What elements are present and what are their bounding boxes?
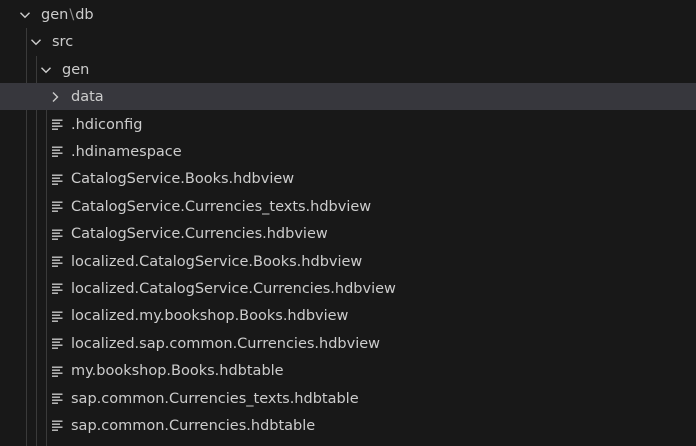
file-label: sap.common.Currencies.hdbtable <box>71 417 316 434</box>
folder-label: gen <box>62 61 90 78</box>
text-file-icon <box>51 392 64 405</box>
file-label: my.bookshop.Books.hdbtable <box>71 363 284 380</box>
folder-label: src <box>52 33 74 50</box>
tree-file-item[interactable]: localized.CatalogService.Books.hdbview <box>0 248 696 275</box>
folder-path-label: gen\db <box>41 7 94 23</box>
tree-file-item[interactable]: localized.sap.common.Currencies.hdbview <box>0 330 696 357</box>
chevron-down-icon <box>39 63 53 77</box>
text-file-icon <box>51 282 64 295</box>
text-file-icon <box>51 365 64 378</box>
path-segment-gen: gen <box>41 6 69 23</box>
file-label: localized.sap.common.Currencies.hdbview <box>71 335 381 352</box>
tree-file-item[interactable]: sap.common.Currencies.hdbtable <box>0 412 696 439</box>
file-label: localized.CatalogService.Books.hdbview <box>71 253 363 270</box>
tree-file-item[interactable]: sap.common.Currencies_texts.hdbtable <box>0 385 696 412</box>
file-label: CatalogService.Currencies_texts.hdbview <box>71 198 372 215</box>
file-label: localized.CatalogService.Currencies.hdbv… <box>71 280 396 297</box>
text-file-icon <box>51 145 64 158</box>
text-file-icon <box>51 310 64 323</box>
file-explorer-tree: gen\db src gen data .hdiconfig .hdinamesp… <box>0 0 696 446</box>
tree-folder-src[interactable]: src <box>0 28 696 55</box>
tree-folder-data[interactable]: data <box>0 83 696 110</box>
tree-file-item[interactable]: CatalogService.Books.hdbview <box>0 166 696 193</box>
text-file-icon <box>51 173 64 186</box>
text-file-icon <box>51 419 64 432</box>
tree-folder-gen-db[interactable]: gen\db <box>0 1 696 28</box>
chevron-down-icon <box>29 35 43 49</box>
tree-file-item[interactable]: CatalogService.Currencies.hdbview <box>0 221 696 248</box>
tree-file-item[interactable]: CatalogService.Currencies_texts.hdbview <box>0 193 696 220</box>
file-label: CatalogService.Currencies.hdbview <box>71 226 328 243</box>
file-label: localized.my.bookshop.Books.hdbview <box>71 308 349 325</box>
tree-file-item[interactable]: .hdiconfig <box>0 111 696 138</box>
file-label: .hdiconfig <box>71 116 143 133</box>
file-label: sap.common.Currencies_texts.hdbtable <box>71 390 359 407</box>
text-file-icon <box>51 228 64 241</box>
tree-file-item[interactable]: localized.CatalogService.Currencies.hdbv… <box>0 275 696 302</box>
tree-folder-gen[interactable]: gen <box>0 56 696 83</box>
text-file-icon <box>51 337 64 350</box>
file-label: .hdinamespace <box>71 143 182 160</box>
folder-label: data <box>71 88 104 105</box>
tree-file-item[interactable]: localized.my.bookshop.Books.hdbview <box>0 303 696 330</box>
text-file-icon <box>51 118 64 131</box>
chevron-down-icon <box>18 8 32 22</box>
tree-file-item[interactable]: my.bookshop.Books.hdbtable <box>0 358 696 385</box>
chevron-right-icon <box>48 90 62 104</box>
path-segment-db: db <box>75 6 94 23</box>
file-label: CatalogService.Books.hdbview <box>71 171 295 188</box>
text-file-icon <box>51 200 64 213</box>
tree-file-item[interactable]: .hdinamespace <box>0 138 696 165</box>
text-file-icon <box>51 255 64 268</box>
